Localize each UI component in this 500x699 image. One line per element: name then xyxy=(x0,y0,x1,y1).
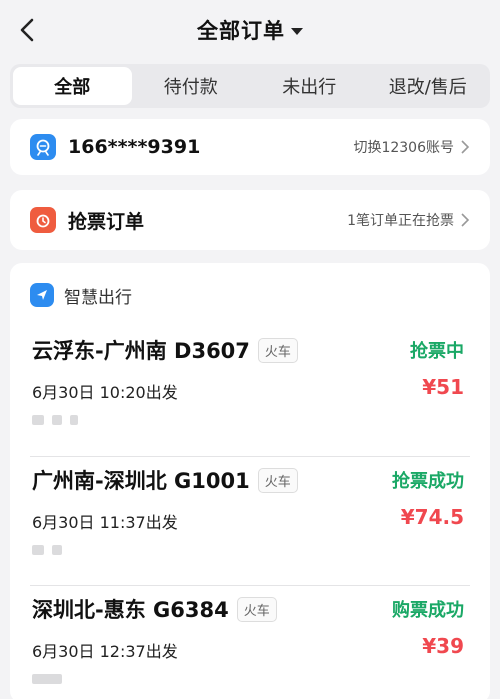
order-list-card: 智慧出行 云浮东-广州南 D3607 火车 抢票中 6月30日 10:20出发 … xyxy=(10,263,490,699)
tab-all[interactable]: 全部 xyxy=(13,67,132,105)
alarm-clock-icon xyxy=(30,207,56,233)
departure-time: 6月30日 10:20出发 xyxy=(32,383,178,402)
tab-upcoming[interactable]: 未出行 xyxy=(250,67,369,105)
switch-account-label: 切换12306账号 xyxy=(353,140,454,156)
redacted-passenger xyxy=(32,415,78,425)
transport-type-badge: 火车 xyxy=(236,596,277,622)
order-item[interactable]: 云浮东-广州南 D3607 火车 抢票中 6月30日 10:20出发 ¥51 xyxy=(30,327,470,456)
header-bar: 全部订单 xyxy=(0,0,500,60)
order-filter-dropdown[interactable]: 全部订单 xyxy=(197,15,303,45)
grab-ticket-status-label: 1笔订单正在抢票 xyxy=(347,213,454,229)
grab-ticket-status[interactable]: 1笔订单正在抢票 xyxy=(347,210,470,230)
order-route: 云浮东-广州南 D3607 xyxy=(32,339,250,363)
order-item[interactable]: 深圳北-惠东 G6384 火车 购票成功 6月30日 12:37出发 ¥39 xyxy=(30,585,470,699)
grab-ticket-title: 抢票订单 xyxy=(68,210,145,233)
order-status: 购票成功 xyxy=(392,600,464,621)
redacted-passenger xyxy=(32,545,62,555)
departure-time: 6月30日 11:37出发 xyxy=(32,513,178,532)
order-status: 抢票中 xyxy=(410,341,464,362)
switch-account-link[interactable]: 切换12306账号 xyxy=(353,137,470,157)
order-route: 深圳北-惠东 G6384 xyxy=(32,598,229,622)
navigation-arrow-icon xyxy=(30,283,54,307)
railway-logo-icon xyxy=(30,134,56,160)
back-arrow-icon[interactable] xyxy=(14,16,42,44)
tab-pending-payment[interactable]: 待付款 xyxy=(132,67,251,105)
departure-time: 6月30日 12:37出发 xyxy=(32,642,178,661)
order-price: ¥74.5 xyxy=(400,505,464,529)
order-status: 抢票成功 xyxy=(392,471,464,492)
orders-section-header: 智慧出行 xyxy=(30,263,470,327)
order-price: ¥39 xyxy=(422,634,464,658)
transport-type-badge: 火车 xyxy=(257,467,298,493)
tab-refund-aftersale[interactable]: 退改/售后 xyxy=(369,67,488,105)
grab-ticket-card[interactable]: 抢票订单 1笔订单正在抢票 xyxy=(10,190,490,250)
order-item[interactable]: 广州南-深圳北 G1001 火车 抢票成功 6月30日 11:37出发 ¥74.… xyxy=(30,456,470,585)
page-title: 全部订单 xyxy=(197,19,285,43)
order-tabs: 全部 待付款 未出行 退改/售后 xyxy=(10,64,490,108)
caret-down-icon xyxy=(291,27,303,35)
redacted-passenger xyxy=(32,674,62,684)
account-card[interactable]: 166****9391 切换12306账号 xyxy=(10,119,490,175)
account-phone: 166****9391 xyxy=(68,136,201,158)
transport-type-badge: 火车 xyxy=(257,337,298,363)
order-route: 广州南-深圳北 G1001 xyxy=(32,469,250,493)
chevron-right-icon xyxy=(461,140,470,154)
orders-section-label: 智慧出行 xyxy=(64,287,132,308)
chevron-right-icon xyxy=(461,213,470,227)
order-price: ¥51 xyxy=(422,375,464,399)
